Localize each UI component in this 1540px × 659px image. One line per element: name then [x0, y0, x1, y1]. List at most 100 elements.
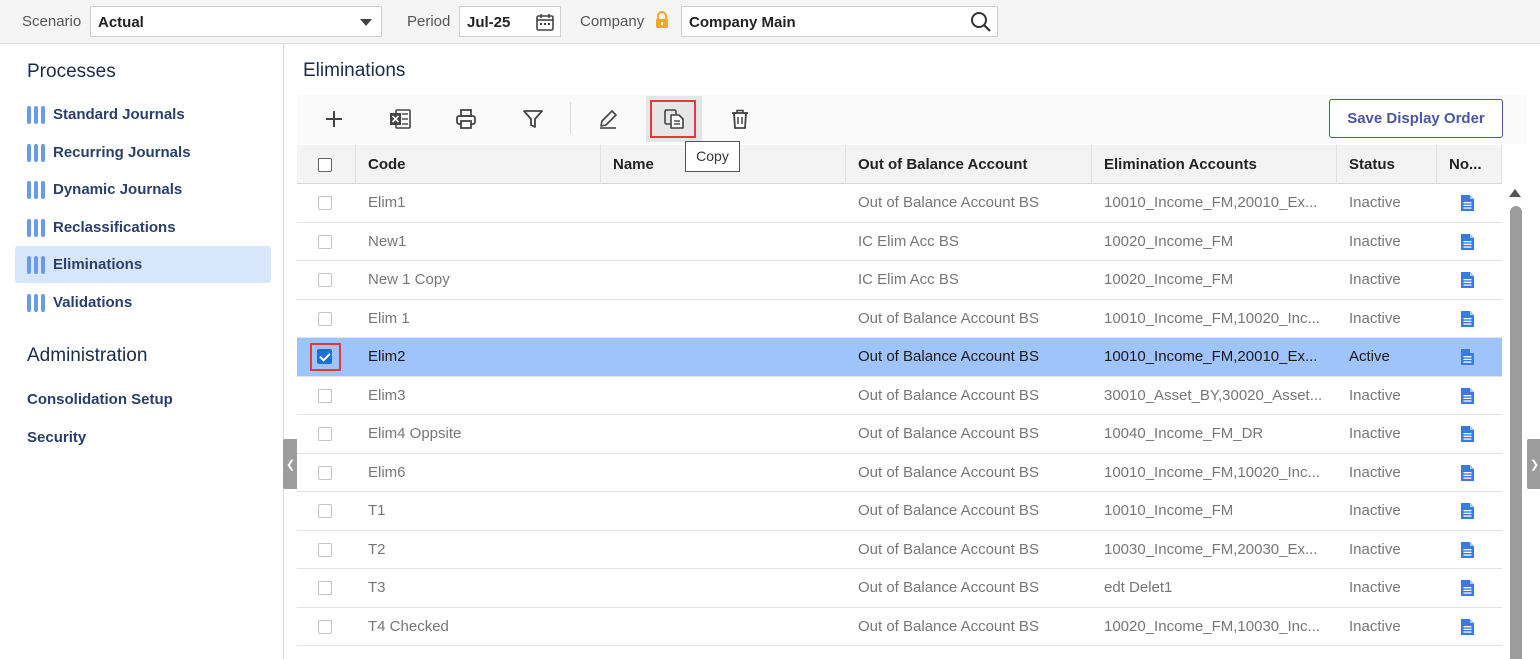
- calendar-icon[interactable]: [534, 11, 556, 37]
- row-checkbox[interactable]: [318, 388, 332, 403]
- column-header-status[interactable]: Status: [1337, 145, 1437, 184]
- copy-tooltip: Copy: [685, 141, 740, 172]
- notes-document-icon[interactable]: [1461, 580, 1474, 600]
- sidebar-item-reclassifications[interactable]: Reclassifications: [15, 209, 271, 246]
- cell-status: Inactive: [1349, 540, 1401, 558]
- cell-elimination-accounts: 10010_Income_FM,10020_Inc...: [1104, 309, 1320, 327]
- cell-code: Elim 1: [368, 309, 410, 327]
- table-row[interactable]: Elim3 Out of Balance Account BS 30010_Asse…: [297, 376, 1502, 415]
- row-checkbox[interactable]: [318, 619, 332, 634]
- row-checkbox[interactable]: [318, 427, 332, 441]
- cell-status: Inactive: [1349, 579, 1401, 596]
- sidebar-item-label: Reclassifications: [53, 219, 176, 236]
- scenario-select[interactable]: Actual: [90, 6, 382, 37]
- cell-status: Inactive: [1349, 463, 1401, 481]
- notes-document-icon[interactable]: [1461, 310, 1474, 331]
- table-row[interactable]: Elim1 Out of Balance Account BS 10010_Inco…: [297, 184, 1502, 223]
- sidebar-link-consolidation-setup[interactable]: Consolidation Setup: [27, 391, 173, 408]
- search-icon[interactable]: [969, 10, 993, 38]
- cell-elimination-accounts: 10010_Income_FM,20010_Ex...: [1104, 194, 1318, 211]
- delete-button[interactable]: [724, 103, 756, 135]
- add-button[interactable]: [318, 103, 350, 135]
- collapse-sidebar-handle[interactable]: ❮: [283, 439, 297, 489]
- column-header-code[interactable]: Code: [356, 145, 601, 184]
- select-all-checkbox[interactable]: [318, 158, 332, 172]
- sidebar-item-recurring-journals[interactable]: Recurring Journals: [15, 134, 271, 171]
- cell-elimination-accounts: 10020_Income_FM: [1104, 271, 1234, 288]
- cell-name: [601, 454, 846, 492]
- notes-document-icon[interactable]: [1461, 464, 1474, 485]
- period-picker[interactable]: Jul-25: [459, 6, 561, 37]
- export-excel-button[interactable]: [384, 103, 416, 135]
- cell-out-of-balance-account: Out of Balance Account BS: [858, 617, 1039, 635]
- cell-elimination-accounts: 10030_Income_FM,20030_Ex...: [1104, 540, 1318, 558]
- table-row[interactable]: Elim 1 Out of Balance Account BS 10010_Inc…: [297, 299, 1502, 338]
- column-header-out-of-balance-account[interactable]: Out of Balance Account: [846, 145, 1092, 184]
- scroll-up-arrow-icon[interactable]: [1509, 189, 1521, 197]
- toolbar-divider: [570, 102, 571, 134]
- notes-document-icon[interactable]: [1461, 541, 1474, 562]
- notes-document-icon[interactable]: [1461, 426, 1474, 446]
- expand-right-panel-handle[interactable]: ❯: [1527, 439, 1540, 489]
- cell-code: Elim6: [368, 463, 406, 481]
- table-row[interactable]: Elim4 Oppsite Out of Balance Account BS 10…: [297, 415, 1502, 454]
- sidebar: Processes Standard Journals Recurring Jo…: [0, 44, 284, 659]
- row-checkbox[interactable]: [318, 196, 332, 210]
- cell-elimination-accounts: 10040_Income_FM_DR: [1104, 425, 1264, 442]
- module-bars-icon: [27, 181, 47, 203]
- cell-elimination-accounts: edt Delet1: [1104, 579, 1173, 596]
- edit-button[interactable]: [592, 103, 624, 135]
- notes-document-icon[interactable]: [1461, 503, 1474, 523]
- scenario-label: Scenario: [22, 13, 82, 30]
- cell-name: [601, 300, 846, 338]
- notes-document-icon[interactable]: [1461, 195, 1474, 215]
- scrollbar-thumb[interactable]: [1510, 206, 1522, 659]
- table-row[interactable]: T4 Checked Out of Balance Account BS 10020…: [297, 607, 1502, 646]
- cell-name: [601, 338, 846, 376]
- notes-document-icon[interactable]: [1461, 233, 1474, 254]
- table-row[interactable]: T2 Out of Balance Account BS 10030_Income_…: [297, 530, 1502, 569]
- table-row[interactable]: Elim6 Out of Balance Account BS 10010_Inco…: [297, 453, 1502, 492]
- chevron-left-icon: ❮: [286, 459, 296, 471]
- cell-elimination-accounts: 10010_Income_FM: [1104, 502, 1234, 519]
- sidebar-item-label: Standard Journals: [53, 106, 185, 123]
- row-checkbox[interactable]: [318, 273, 332, 287]
- sidebar-link-security[interactable]: Security: [27, 429, 86, 446]
- row-checkbox[interactable]: [318, 542, 332, 557]
- cell-out-of-balance-account: IC Elim Acc BS: [858, 232, 959, 250]
- administration-heading: Administration: [27, 345, 148, 366]
- table-row[interactable]: Elim2 Out of Balance Account BS 10010_Inco…: [297, 338, 1502, 377]
- notes-document-icon[interactable]: [1461, 272, 1474, 292]
- notes-document-icon[interactable]: [1461, 618, 1474, 639]
- cell-out-of-balance-account: Out of Balance Account BS: [858, 540, 1039, 558]
- company-field[interactable]: Company Main: [681, 6, 998, 37]
- sidebar-item-eliminations[interactable]: Eliminations: [15, 246, 271, 283]
- table-row[interactable]: T1 Out of Balance Account BS 10010_Income_…: [297, 492, 1502, 531]
- period-value: Jul-25: [467, 14, 511, 31]
- cell-code: New 1 Copy: [368, 271, 450, 288]
- column-header-elimination-accounts[interactable]: Elimination Accounts: [1092, 145, 1337, 184]
- notes-document-icon[interactable]: [1461, 387, 1474, 408]
- sidebar-item-dynamic-journals[interactable]: Dynamic Journals: [15, 171, 271, 208]
- print-button[interactable]: [450, 103, 482, 135]
- cell-name: [601, 531, 846, 569]
- table-row[interactable]: New 1 Copy IC Elim Acc BS 10020_Income_FM I…: [297, 261, 1502, 300]
- lock-icon: [655, 11, 669, 33]
- copy-highlight-box: [650, 100, 696, 138]
- row-checkbox[interactable]: [318, 465, 332, 480]
- vertical-scrollbar[interactable]: [1505, 186, 1527, 659]
- row-checkbox[interactable]: [318, 311, 332, 326]
- notes-document-icon[interactable]: [1461, 349, 1474, 369]
- sidebar-item-standard-journals[interactable]: Standard Journals: [15, 96, 271, 133]
- save-display-order-button[interactable]: Save Display Order: [1329, 99, 1503, 138]
- table-row[interactable]: New1 IC Elim Acc BS 10020_Income_FM Inactiv…: [297, 222, 1502, 261]
- row-checkbox[interactable]: [318, 581, 332, 595]
- sidebar-item-validations[interactable]: Validations: [15, 284, 271, 321]
- column-header-notes[interactable]: No...: [1437, 145, 1502, 184]
- cell-out-of-balance-account: Out of Balance Account BS: [858, 425, 1039, 442]
- row-checkbox[interactable]: [318, 504, 332, 518]
- table-row[interactable]: T3 Out of Balance Account BS edt Delet1 Ina…: [297, 569, 1502, 608]
- row-checkbox[interactable]: [318, 234, 332, 249]
- filter-button[interactable]: [517, 103, 549, 135]
- module-bars-icon: [27, 219, 47, 241]
